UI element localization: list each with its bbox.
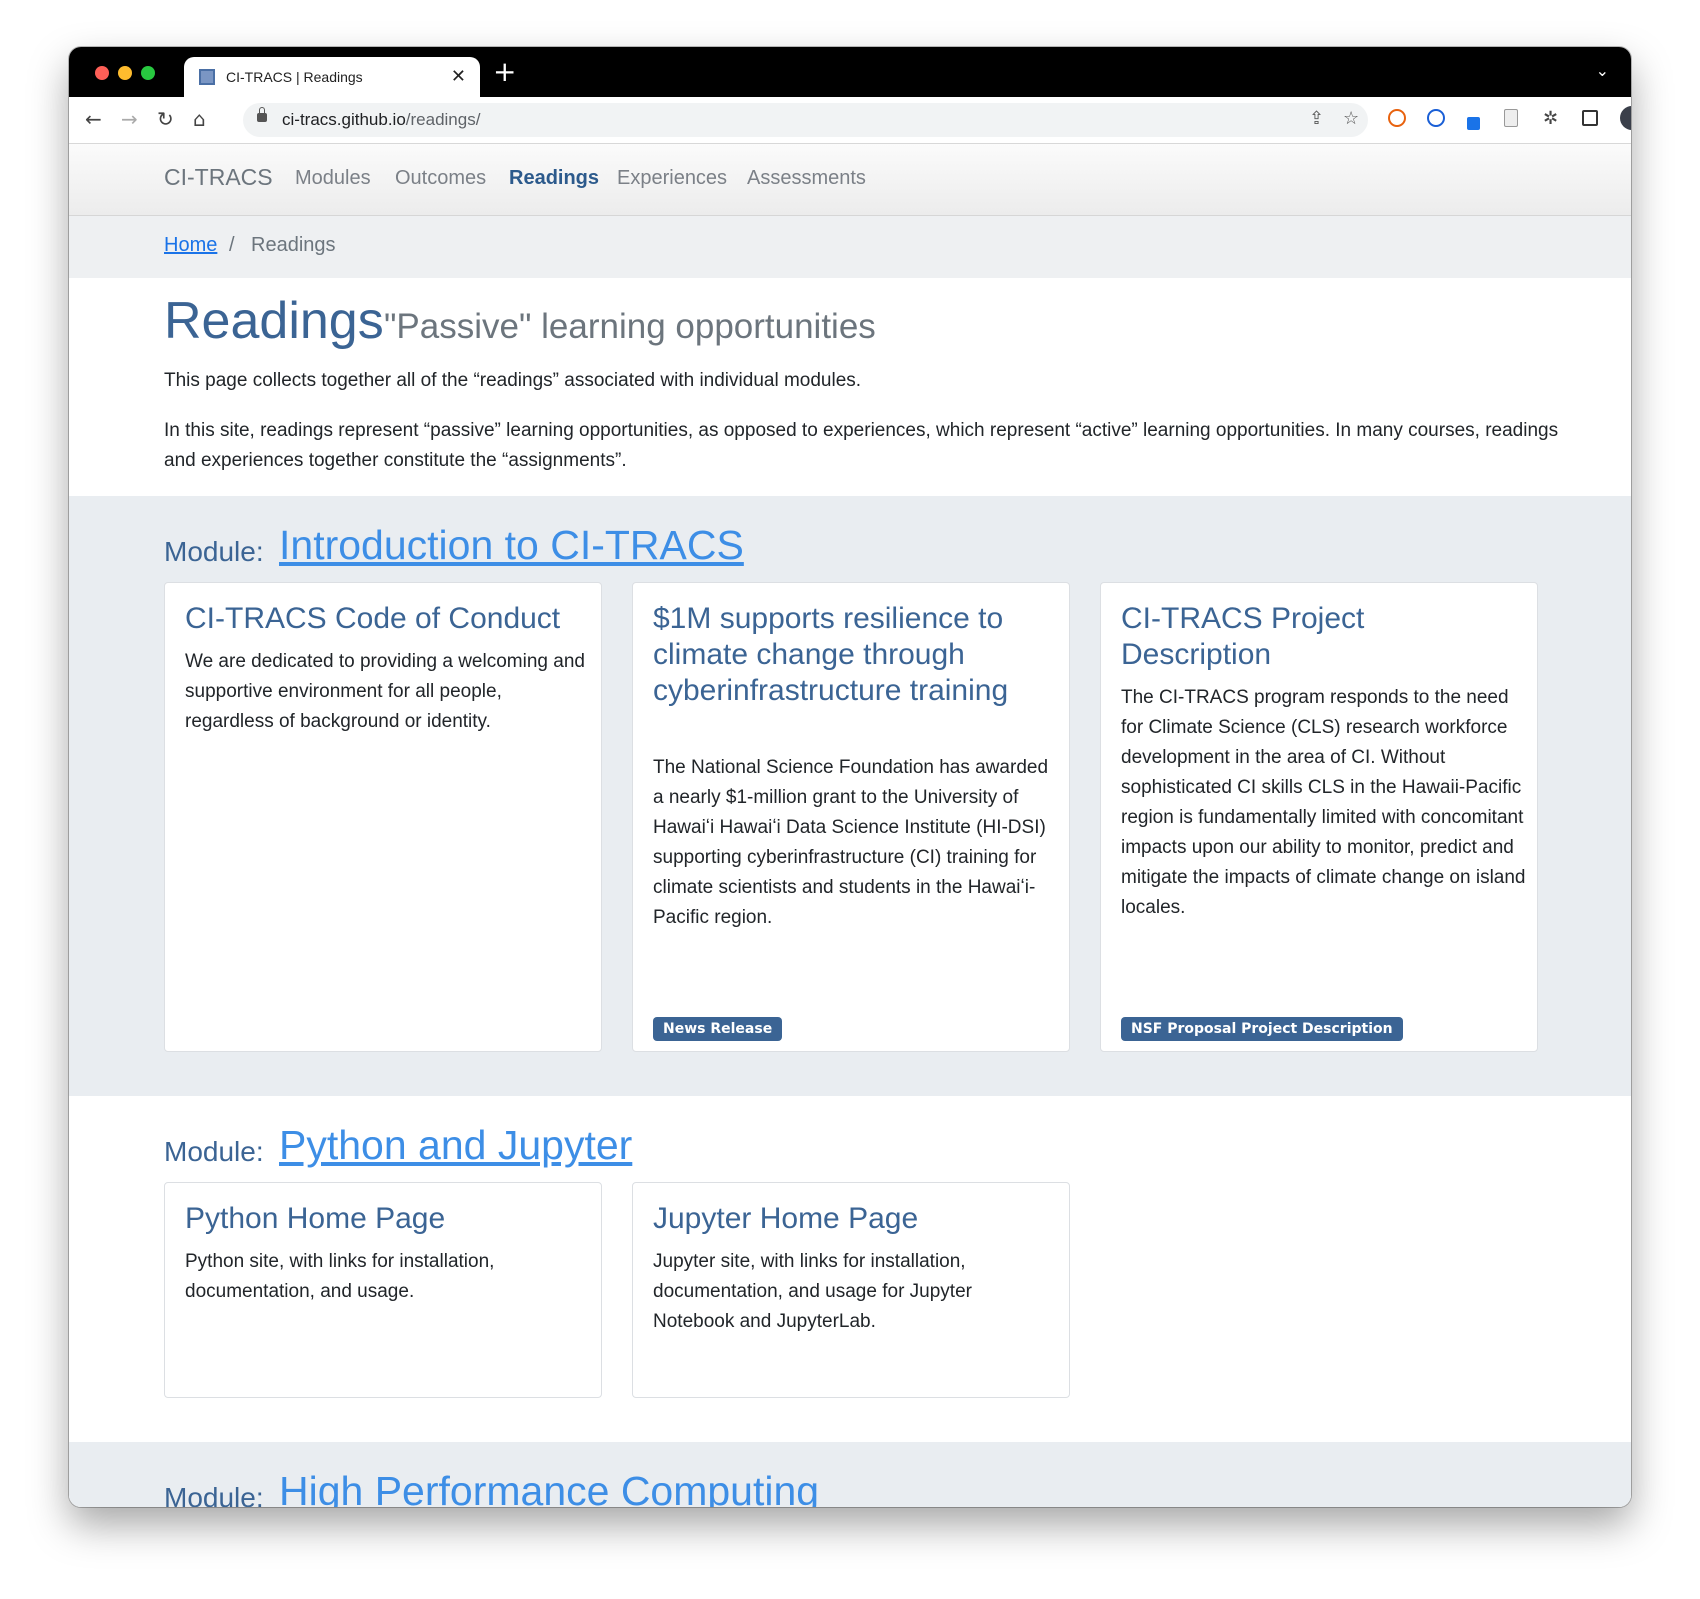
nav-link-assessments[interactable]: Assessments xyxy=(747,167,866,190)
reading-card[interactable]: CI-TRACS Code of Conduct We are dedicate… xyxy=(164,582,602,1052)
breadcrumb-current: Readings xyxy=(251,234,336,256)
module-link[interactable]: Python and Jupyter xyxy=(279,1122,632,1169)
card-title[interactable]: CI-TRACS Code of Conduct xyxy=(185,601,585,637)
card-badge: News Release xyxy=(653,1017,783,1041)
module-section: Module: Python and Jupyter Python Home P… xyxy=(69,1096,1631,1442)
breadcrumb-home-link[interactable]: Home xyxy=(164,234,217,257)
reading-card[interactable]: $1M supports resilience to climate chang… xyxy=(632,582,1070,1052)
card-text: The CI-TRACS program responds to the nee… xyxy=(1121,687,1526,918)
breadcrumb: Home / Readings xyxy=(69,216,1631,278)
nav-link-outcomes[interactable]: Outcomes xyxy=(395,167,486,190)
extensions-puzzle-icon[interactable]: ✲ xyxy=(1543,106,1558,132)
card-title[interactable]: Jupyter Home Page xyxy=(653,1201,1053,1237)
password-manager-icon[interactable] xyxy=(1427,109,1445,127)
module-section: Module: High Performance Computing xyxy=(69,1442,1631,1507)
close-window-button[interactable] xyxy=(95,66,109,80)
browser-window: CI-TRACS | Readings ✕ + ⌄ ← → ↻ ⌂ ci-tra… xyxy=(69,47,1631,1507)
module-link[interactable]: High Performance Computing xyxy=(279,1468,819,1507)
bookmark-star-icon[interactable]: ☆ xyxy=(1343,108,1359,129)
card-title[interactable]: Python Home Page xyxy=(185,1201,585,1237)
card-text: We are dedicated to providing a welcomin… xyxy=(185,651,585,732)
nav-link-experiences[interactable]: Experiences xyxy=(617,167,727,190)
module-link[interactable]: Introduction to CI-TRACS xyxy=(279,522,744,569)
new-tab-button[interactable]: + xyxy=(493,55,516,88)
page-viewport: CI-TRACS Modules Outcomes Readings Exper… xyxy=(69,144,1631,1507)
page-title: Readings xyxy=(164,292,384,350)
page-subtitle: "Passive" learning opportunities xyxy=(384,307,876,346)
nav-link-modules[interactable]: Modules xyxy=(295,167,371,190)
breadcrumb-separator: / xyxy=(229,234,235,256)
intro-paragraph: This page collects together all of the “… xyxy=(164,370,862,391)
document-extension-icon[interactable] xyxy=(1504,109,1518,127)
site-navbar: CI-TRACS Modules Outcomes Readings Exper… xyxy=(69,144,1631,216)
card-badge: NSF Proposal Project Description xyxy=(1121,1017,1403,1041)
address-bar[interactable]: ci-tracs.github.io/readings/ ⇪ ☆ xyxy=(243,103,1368,137)
module-label: Module: xyxy=(164,536,264,567)
reading-card[interactable]: CI-TRACS Project Description The CI-TRAC… xyxy=(1100,582,1538,1052)
home-icon[interactable]: ⌂ xyxy=(193,106,206,132)
maximize-window-button[interactable] xyxy=(141,66,155,80)
site-favicon-icon xyxy=(199,69,215,85)
browser-tab[interactable]: CI-TRACS | Readings ✕ xyxy=(184,57,480,97)
nav-link-readings[interactable]: Readings xyxy=(509,167,599,190)
module-label: Module: xyxy=(164,1136,264,1167)
tab-title: CI-TRACS | Readings xyxy=(226,69,363,85)
extension-icon[interactable] xyxy=(1388,109,1406,127)
lock-icon[interactable] xyxy=(257,107,267,122)
back-icon[interactable]: ← xyxy=(85,106,102,132)
intro-paragraph-2: In this site, readings represent “passiv… xyxy=(164,420,1559,471)
forward-icon[interactable]: → xyxy=(121,106,138,132)
eyedropper-extension-icon[interactable] xyxy=(1467,117,1480,130)
reload-icon[interactable]: ↻ xyxy=(157,106,174,132)
side-panel-icon[interactable] xyxy=(1582,110,1598,126)
card-text: Jupyter site, with links for installatio… xyxy=(653,1251,972,1332)
tab-search-icon[interactable]: ⌄ xyxy=(1596,61,1609,80)
tab-strip: CI-TRACS | Readings ✕ + ⌄ xyxy=(69,47,1631,97)
site-brand[interactable]: CI-TRACS xyxy=(164,164,273,191)
card-text: Python site, with links for installation… xyxy=(185,1251,495,1302)
card-title[interactable]: CI-TRACS Project Description xyxy=(1121,601,1521,673)
reading-card[interactable]: Jupyter Home Page Jupyter site, with lin… xyxy=(632,1182,1070,1398)
browser-toolbar: ← → ↻ ⌂ ci-tracs.github.io/readings/ ⇪ ☆… xyxy=(69,97,1631,144)
reading-card[interactable]: Python Home Page Python site, with links… xyxy=(164,1182,602,1398)
module-section: Module: Introduction to CI-TRACS CI-TRAC… xyxy=(69,496,1631,1096)
card-text: The National Science Foundation has awar… xyxy=(653,757,1049,928)
module-label: Module: xyxy=(164,1482,264,1507)
minimize-window-button[interactable] xyxy=(118,66,132,80)
card-title[interactable]: $1M supports resilience to climate chang… xyxy=(653,601,1053,709)
profile-avatar[interactable] xyxy=(1620,106,1631,130)
close-tab-icon[interactable]: ✕ xyxy=(451,66,466,87)
share-icon[interactable]: ⇪ xyxy=(1309,108,1324,129)
url-text[interactable]: ci-tracs.github.io/readings/ xyxy=(282,110,480,130)
